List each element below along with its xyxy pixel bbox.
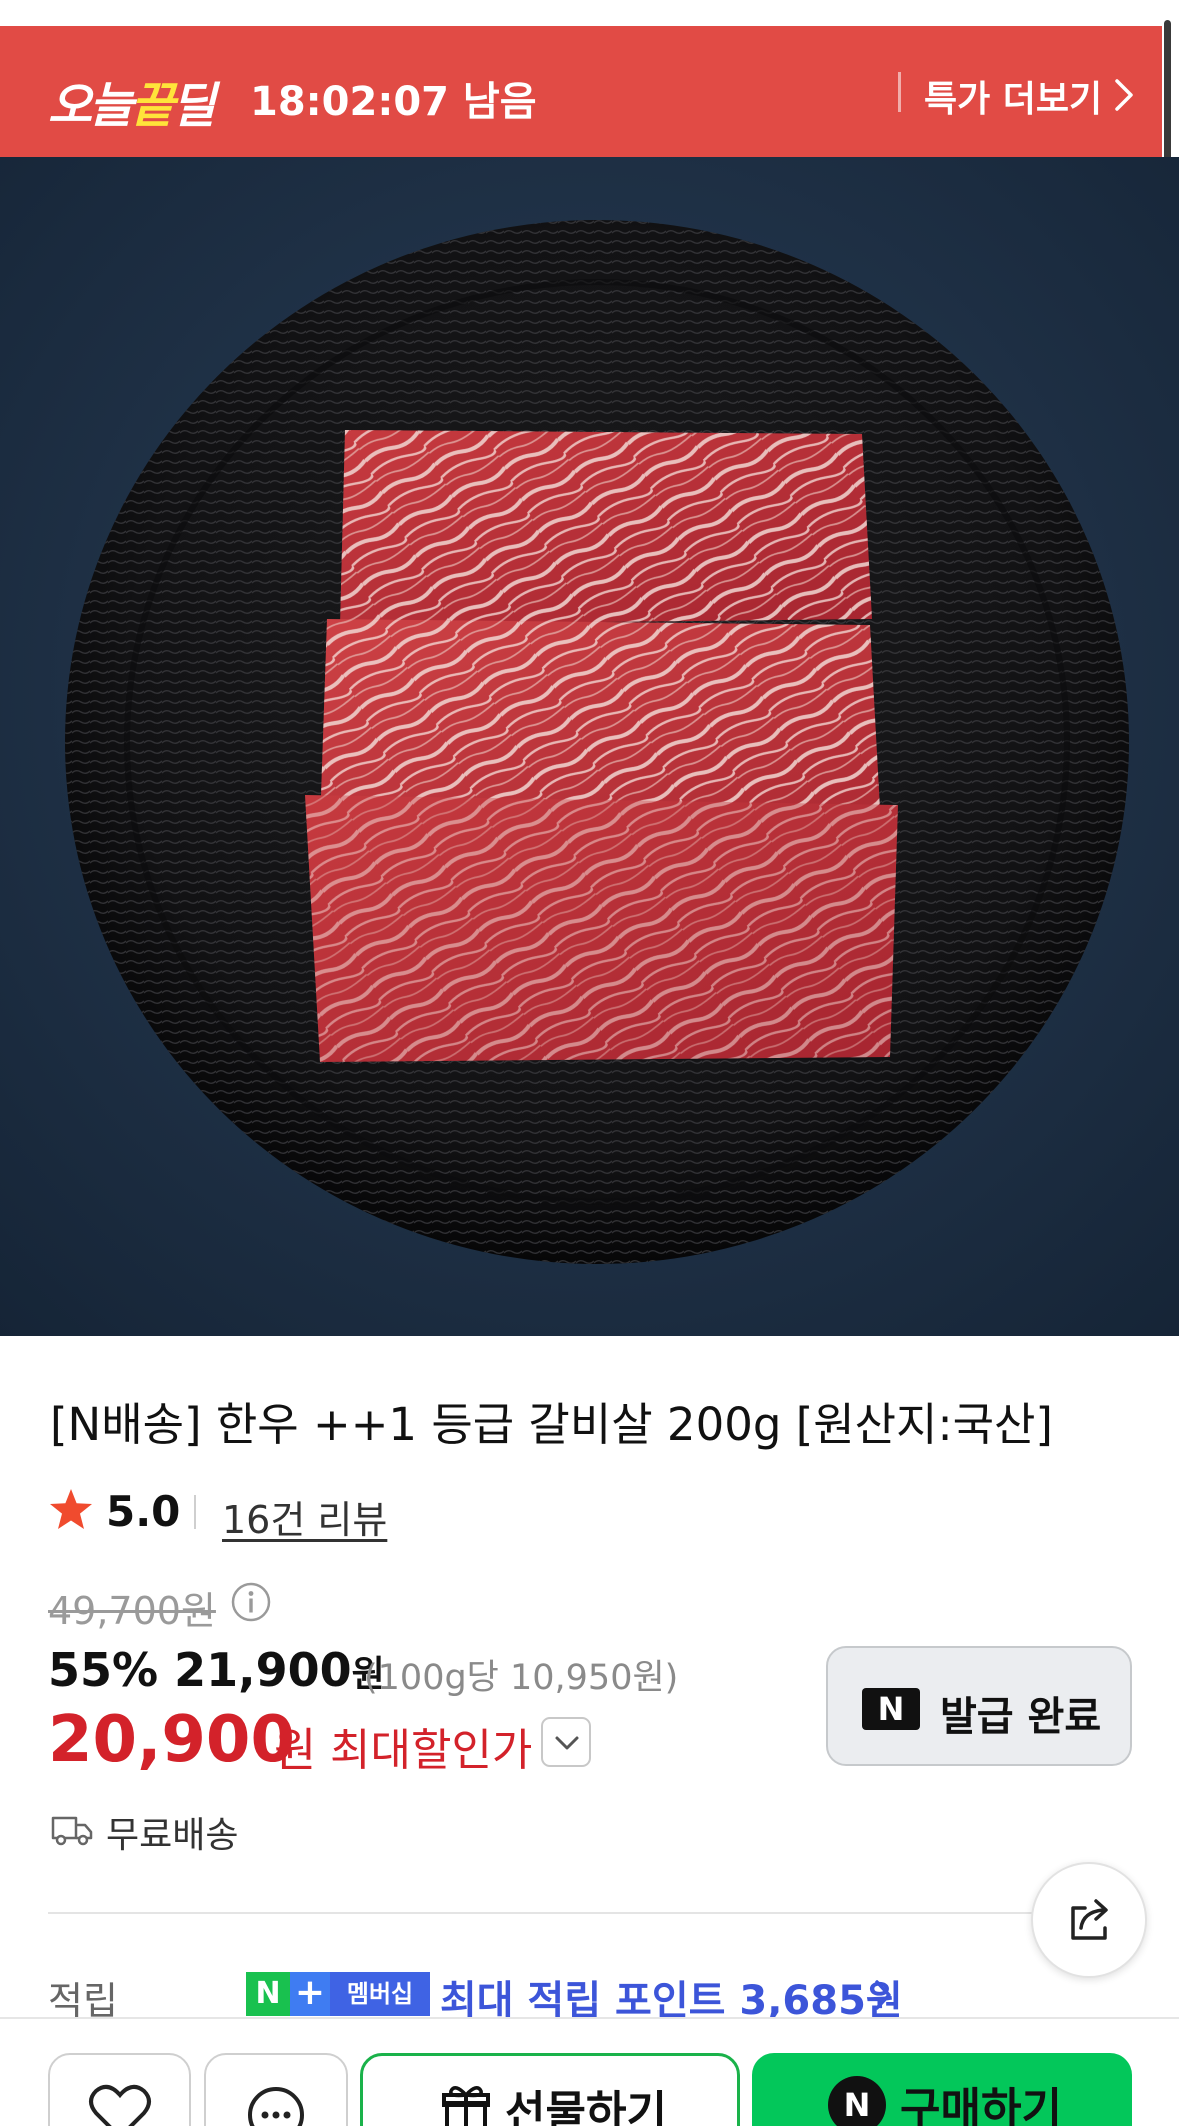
original-price: 49,700원 (48, 1589, 216, 1633)
max-discount-expand-button[interactable] (541, 1717, 591, 1767)
gift-button[interactable]: 선물하기 (360, 2053, 740, 2126)
discount-percent: 55% (48, 1643, 159, 1697)
product-title: [N배송] 한우 ++1 등급 갈비살 200g [원산지:국산] (50, 1398, 1053, 1451)
share-button[interactable] (1031, 1862, 1147, 1978)
naver-n-badge-icon: N (862, 1688, 920, 1730)
coupon-issued-label: 발급 완료 (940, 1694, 1102, 1740)
deal-countdown-timer: 18:02:07 남음 (250, 79, 537, 125)
info-icon[interactable] (230, 1581, 272, 1623)
talk-talk-button[interactable] (204, 2053, 348, 2126)
bottom-action-bar: 선물하기 N 구매하기 (0, 2017, 1179, 2126)
gift-button-label: 선물하기 (505, 2087, 667, 2126)
share-icon (1071, 1899, 1108, 1940)
chevron-down-icon (555, 1736, 579, 1750)
max-discount-label: 최대할인가 (330, 1725, 533, 1776)
naver-plus-membership-badge: N + 멤버십 (246, 1972, 430, 2016)
sale-price: 21,900 (174, 1643, 352, 1697)
today-deal-logo: 오늘끝딜 (48, 78, 216, 134)
max-discount-price: 20,900 (48, 1703, 295, 1777)
free-shipping-label: 무료배송 (106, 1815, 239, 1856)
section-divider (48, 1912, 1132, 1914)
rating-divider (194, 1495, 196, 1529)
truck-icon (51, 1816, 93, 1846)
buy-button[interactable]: N 구매하기 (752, 2053, 1132, 2126)
unit-price: (100g당 10,950원) (364, 1658, 679, 1698)
coupon-issued-button[interactable]: N 발급 완료 (826, 1646, 1132, 1766)
product-image[interactable] (0, 157, 1179, 1336)
heart-icon (89, 2084, 151, 2126)
max-discount-currency: 원 (274, 1723, 317, 1777)
deal-more-link[interactable]: 특가 더보기 (924, 70, 1102, 122)
chevron-right-icon (875, 1980, 891, 2010)
rating-score: 5.0 (106, 1487, 181, 1536)
sale-price-line: 55% 21,900원 (48, 1643, 385, 1697)
review-count-link[interactable]: 16건 리뷰 (222, 1489, 387, 1544)
chat-bubble-icon (248, 2087, 304, 2126)
gift-icon (442, 2086, 490, 2126)
status-strip (0, 0, 1179, 26)
buy-button-label: 구매하기 (900, 2084, 1062, 2126)
like-button[interactable] (48, 2053, 191, 2126)
naver-pay-n-icon: N (828, 2076, 886, 2126)
star-icon (50, 1489, 92, 1529)
deal-divider (898, 72, 901, 112)
beef-plate-photo (0, 157, 1179, 1336)
chevron-right-icon (1115, 79, 1133, 111)
today-deal-banner[interactable]: 오늘끝딜 18:02:07 남음 특가 더보기 (0, 26, 1162, 157)
